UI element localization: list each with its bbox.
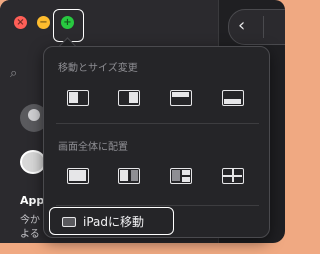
ipad-icon xyxy=(62,217,76,227)
menu-separator-2 xyxy=(56,205,259,206)
menu-separator xyxy=(56,123,259,124)
navigation-control: ‹ xyxy=(228,9,285,45)
right-half-icon[interactable] xyxy=(118,90,140,106)
left-and-right-stack-icon[interactable] xyxy=(170,168,192,184)
list-item-subtitle: 今か xyxy=(20,215,40,226)
zoom-button-highlight xyxy=(53,9,84,42)
section-label-move-resize: 移動とサイズ変更 xyxy=(58,63,138,74)
quarters-icon[interactable] xyxy=(222,168,244,184)
close-button[interactable]: × xyxy=(14,16,27,29)
minimize-icon: − xyxy=(39,16,48,28)
left-half-icon[interactable] xyxy=(67,90,89,106)
search-icon[interactable]: ⌕ xyxy=(10,66,24,81)
minimize-button[interactable]: − xyxy=(37,16,50,29)
window-tiling-menu: 移動とサイズ変更 画面全体に配置 iPadに移動 xyxy=(43,46,270,238)
move-to-ipad-item[interactable]: iPadに移動 xyxy=(49,207,174,235)
move-to-ipad-label: iPadに移動 xyxy=(83,215,145,229)
list-item-subtitle-2: よる xyxy=(20,229,40,240)
fill-screen-icon[interactable] xyxy=(67,168,89,184)
top-half-icon[interactable] xyxy=(170,90,192,106)
split-left-right-icon[interactable] xyxy=(118,168,140,184)
list-item-title[interactable]: App xyxy=(20,194,44,207)
nav-divider xyxy=(263,16,264,38)
section-label-fill: 画面全体に配置 xyxy=(58,142,128,153)
back-button[interactable]: ‹ xyxy=(238,15,245,36)
close-icon: × xyxy=(16,16,25,28)
bottom-half-icon[interactable] xyxy=(222,90,244,106)
